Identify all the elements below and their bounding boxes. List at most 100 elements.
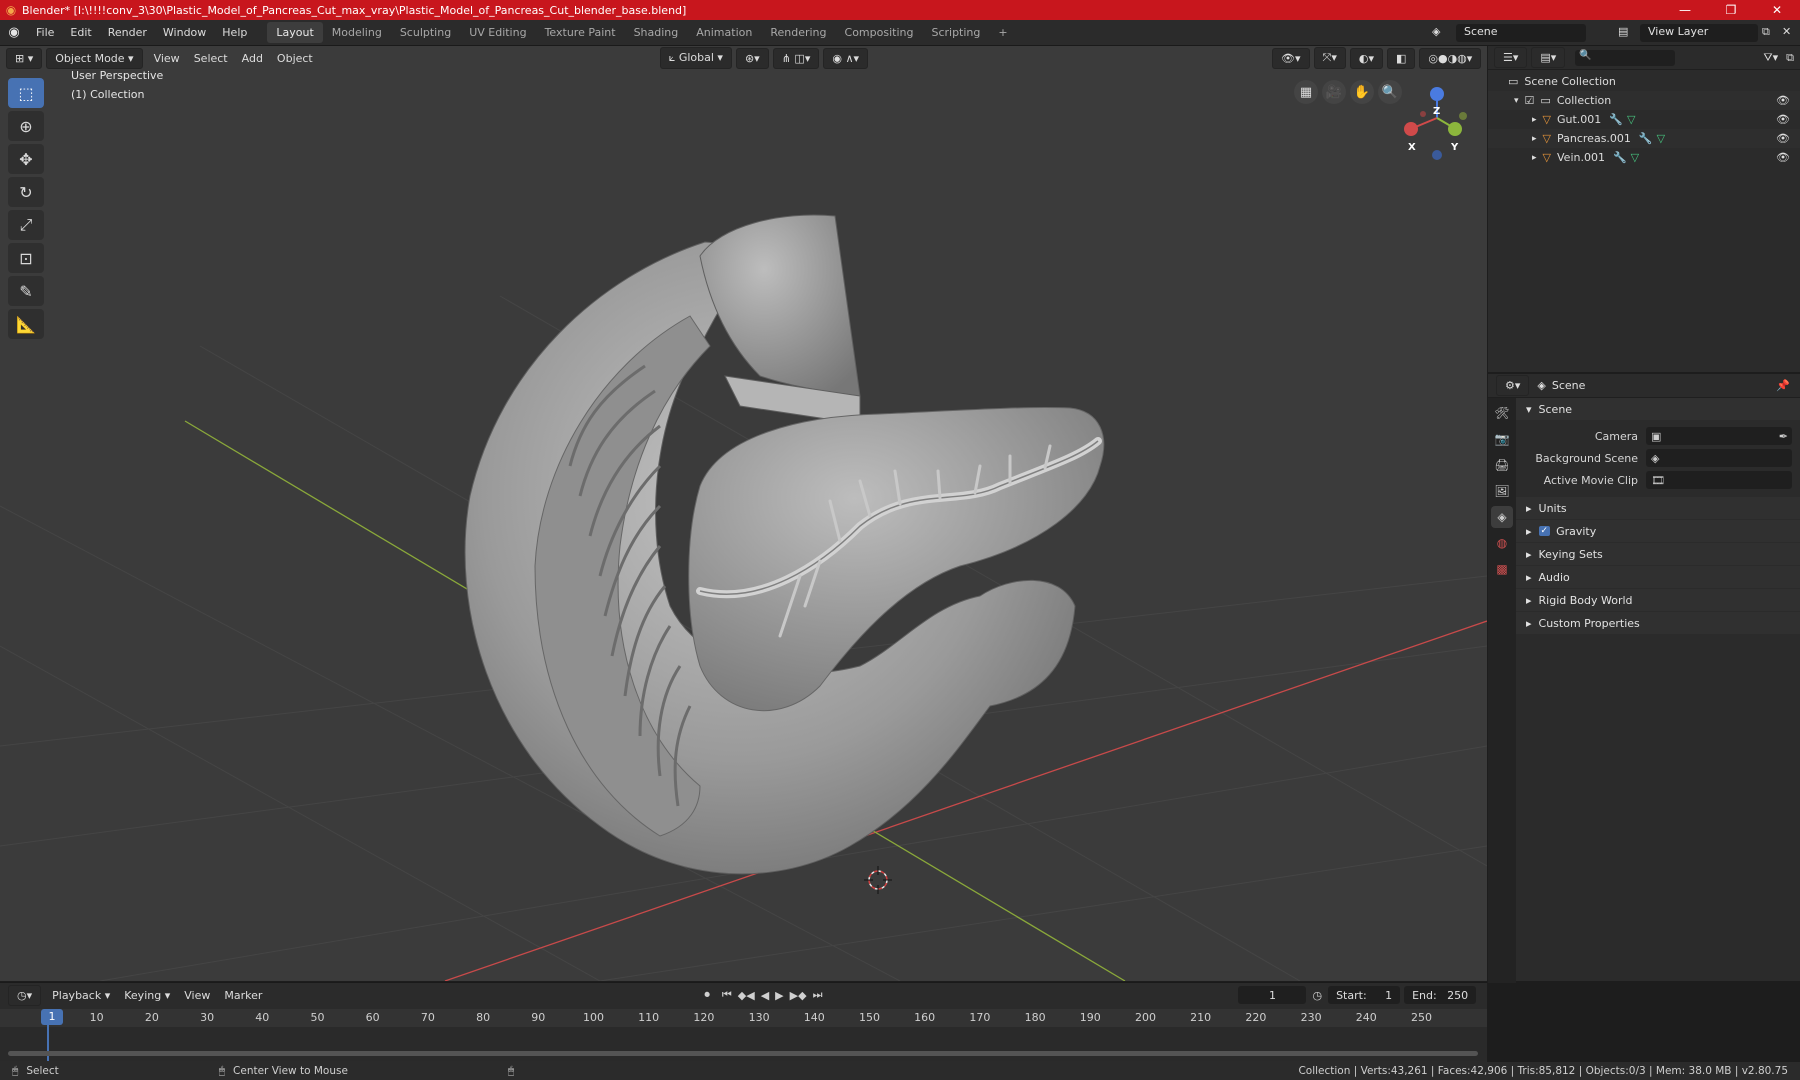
texture-tab-icon[interactable]: ▩ (1491, 558, 1513, 580)
menu-file[interactable]: File (28, 26, 62, 39)
jump-start-icon[interactable]: ⏮ (722, 988, 732, 1002)
visibility-icon[interactable]: 👁▾ (1272, 47, 1310, 69)
camera-field[interactable]: ▣ ✒ (1646, 427, 1792, 445)
eye-icon[interactable]: 👁 (1776, 94, 1790, 107)
cursor-icon[interactable]: ⊕ (8, 111, 44, 141)
gizmo-z-label[interactable]: Z (1433, 106, 1440, 117)
remove-view-layer-icon[interactable]: ✕ (1782, 25, 1791, 38)
timeline-menu-marker[interactable]: Marker (217, 989, 269, 1002)
workspace-tab-shading[interactable]: Shading (625, 22, 688, 43)
render-tab-icon[interactable]: 📷 (1491, 428, 1513, 450)
transform-orientation-selector[interactable]: ⟀ Global ▾ (659, 47, 732, 69)
workspace-tab-rendering[interactable]: Rendering (761, 22, 835, 43)
viewport-menu-select[interactable]: Select (187, 52, 235, 65)
scene-tab-icon[interactable]: ◈ (1491, 506, 1513, 528)
outliner-object-gut[interactable]: ▸ ▽ Gut.001 🔧 ▽ 👁 (1488, 110, 1800, 129)
3d-viewport[interactable]: Z X Y ⊞ ▾ Object Mode ▾ View Select Add … (0, 46, 1487, 981)
mesh-data-icon[interactable]: ▽ (1657, 132, 1665, 145)
jump-end-icon[interactable]: ⏭ (813, 988, 823, 1002)
modifier-wrench-icon[interactable]: 🔧 (1639, 132, 1653, 145)
timeline-editor-type-icon[interactable]: ◷▾ (8, 984, 42, 1006)
keying-sets-panel[interactable]: ▸ Keying Sets (1516, 543, 1800, 565)
pin-icon[interactable]: 📌 (1776, 379, 1790, 392)
menu-help[interactable]: Help (214, 26, 255, 39)
grid-view-icon[interactable]: ▦ (1294, 80, 1318, 104)
workspace-tab-animation[interactable]: Animation (687, 22, 761, 43)
scene-selector[interactable]: Scene (1456, 24, 1586, 42)
current-frame-field[interactable]: 1 (1238, 986, 1307, 1004)
scale-icon[interactable]: ⤢ (8, 210, 44, 240)
active-movie-clip-field[interactable]: 🎞 (1646, 471, 1792, 489)
outliner-search-field[interactable]: 🔍 (1575, 49, 1676, 66)
expand-arrow-icon[interactable]: ▸ (1532, 115, 1537, 125)
minimize-button[interactable]: — (1662, 3, 1708, 17)
outliner-object-vein[interactable]: ▸ ▽ Vein.001 🔧 ▽ 👁 (1488, 148, 1800, 167)
menu-window[interactable]: Window (155, 26, 214, 39)
proportional-editing-icon[interactable]: ◉ ∧▾ (823, 47, 869, 69)
clock-icon[interactable]: ◷ (1312, 989, 1322, 1002)
prev-keyframe-icon[interactable]: ◆◀ (738, 989, 755, 1002)
view-layer-selector[interactable]: View Layer (1640, 24, 1758, 42)
play-icon[interactable]: ▶ (775, 989, 783, 1002)
workspace-tab-compositing[interactable]: Compositing (836, 22, 923, 43)
end-frame-field[interactable]: End: 250 (1404, 986, 1477, 1004)
outliner-collection[interactable]: ▾ ☑ ▭ Collection 👁 (1488, 91, 1800, 110)
outliner-object-pancreas[interactable]: ▸ ▽ Pancreas.001 🔧 ▽ 👁 (1488, 129, 1800, 148)
timeline-scrollbar[interactable] (8, 1051, 1478, 1056)
menu-render[interactable]: Render (100, 26, 155, 39)
gizmo-x-label[interactable]: X (1408, 142, 1416, 153)
play-reverse-icon[interactable]: ◀ (761, 989, 769, 1002)
expand-arrow-icon[interactable]: ▸ (1532, 153, 1537, 163)
eye-icon[interactable]: 👁 (1776, 151, 1790, 164)
zoom-icon[interactable]: 🔍 (1378, 80, 1402, 104)
new-collection-icon[interactable]: ⧉ (1786, 51, 1794, 65)
gravity-panel[interactable]: ▸ ✓ Gravity (1516, 520, 1800, 542)
scene-selector-icon[interactable]: ◈ (1432, 25, 1440, 38)
workspace-tab-texture-paint[interactable]: Texture Paint (536, 22, 625, 43)
next-keyframe-icon[interactable]: ▶◆ (790, 989, 807, 1002)
tool-tab-icon[interactable]: 🛠 (1491, 402, 1513, 424)
mode-selector[interactable]: Object Mode ▾ (46, 47, 143, 69)
mesh-data-icon[interactable]: ▽ (1627, 113, 1635, 126)
audio-panel[interactable]: ▸ Audio (1516, 566, 1800, 588)
filter-icon[interactable]: ⛛▾ (1763, 51, 1778, 65)
frame-ruler[interactable]: 10 20 30 40 50 60 70 80 90 100 110 120 130 140 150 160 1… (0, 1009, 1487, 1027)
blender-menu-icon[interactable]: ◉ (0, 25, 28, 40)
view-layer-tab-icon[interactable]: 🖼 (1491, 480, 1513, 502)
mesh-data-icon[interactable]: ▽ (1631, 151, 1639, 164)
workspace-tab-uv-editing[interactable]: UV Editing (460, 22, 535, 43)
viewport-menu-add[interactable]: Add (235, 52, 270, 65)
maximize-button[interactable]: ❐ (1708, 3, 1754, 17)
editor-type-button[interactable]: ⊞ ▾ (6, 47, 43, 69)
viewport-menu-view[interactable]: View (147, 52, 187, 65)
viewport-menu-object[interactable]: Object (270, 52, 320, 65)
overlay-toggle-icon[interactable]: ◐▾ (1349, 47, 1383, 69)
background-scene-field[interactable]: ◈ (1646, 449, 1792, 467)
transform-icon[interactable]: ⊡ (8, 243, 44, 273)
eye-icon[interactable]: 👁 (1776, 113, 1790, 126)
start-frame-field[interactable]: Start: 1 (1328, 986, 1401, 1004)
menu-edit[interactable]: Edit (62, 26, 99, 39)
outliner-editor-type-icon[interactable]: ☰▾ (1494, 47, 1528, 68)
timeline-menu-view[interactable]: View (177, 989, 217, 1002)
annotate-icon[interactable]: ✎ (8, 276, 44, 306)
output-tab-icon[interactable]: 🖨 (1491, 454, 1513, 476)
record-icon[interactable]: ⏺ (704, 988, 710, 1002)
rigid-body-world-panel[interactable]: ▸ Rigid Body World (1516, 589, 1800, 611)
expand-arrow-icon[interactable]: ▸ (1532, 134, 1537, 144)
timeline-menu-keying[interactable]: Keying ▾ (117, 989, 177, 1002)
close-button[interactable]: ✕ (1754, 3, 1800, 17)
timeline-menu-playback[interactable]: Playback ▾ (45, 989, 117, 1002)
expand-arrow-icon[interactable]: ▾ (1514, 96, 1519, 106)
select-box-icon[interactable]: ⬚ (8, 78, 44, 108)
eyedropper-icon[interactable]: ✒ (1779, 430, 1788, 443)
checkbox-icon[interactable]: ☑ (1525, 94, 1535, 107)
units-panel[interactable]: ▸ Units (1516, 497, 1800, 519)
modifier-wrench-icon[interactable]: 🔧 (1613, 151, 1627, 164)
display-mode-icon[interactable]: ▤▾ (1531, 47, 1566, 68)
workspace-tab-modeling[interactable]: Modeling (323, 22, 391, 43)
custom-properties-panel[interactable]: ▸ Custom Properties (1516, 612, 1800, 634)
eye-icon[interactable]: 👁 (1776, 132, 1790, 145)
workspace-tab-layout[interactable]: Layout (267, 22, 323, 43)
measure-icon[interactable]: 📐 (8, 309, 44, 339)
